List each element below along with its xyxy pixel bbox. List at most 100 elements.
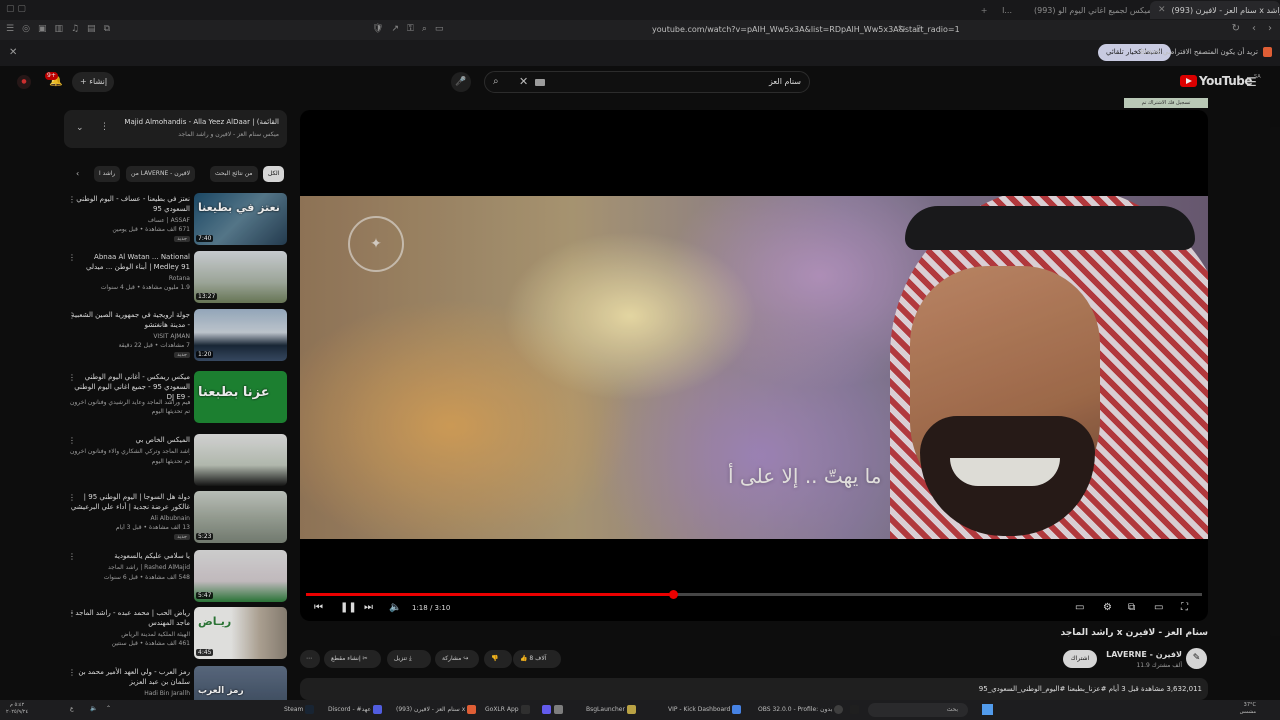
volume-icon[interactable]: 🔈 bbox=[90, 705, 97, 712]
list-item[interactable]: ⋮ 1:20 جولة ارويجية في جمهورية الصين الش… bbox=[64, 309, 288, 363]
info-tag[interactable]: تسجيل فك الاشتراك تم bbox=[1124, 98, 1208, 108]
like-button[interactable]: 👍 8 آلاف bbox=[513, 650, 561, 668]
key-icon[interactable]: ⚿ bbox=[407, 24, 414, 34]
keyboard-icon[interactable] bbox=[535, 79, 545, 86]
reload-icon[interactable]: ↻ bbox=[1232, 23, 1240, 34]
taskbar-search[interactable]: بحث bbox=[868, 703, 968, 717]
shield-icon[interactable]: ◎ bbox=[22, 24, 30, 34]
list-item[interactable]: ⋮ الميكس الخاص بي راشد الماجد وتركي الشك… bbox=[64, 434, 288, 488]
subtitles-icon[interactable]: ▭ bbox=[1075, 602, 1084, 613]
microphone-icon[interactable]: 🎤 bbox=[451, 72, 471, 92]
wallet-icon[interactable]: ▣ bbox=[38, 24, 47, 34]
chevron-up-icon[interactable]: ⌃ bbox=[106, 705, 111, 712]
share-button[interactable]: مشاركة ↪ bbox=[435, 650, 479, 668]
chip-rashed[interactable]: راشد ا bbox=[94, 166, 121, 182]
video-thumbnail[interactable]: رمز العرب bbox=[194, 666, 287, 700]
video-title[interactable]: رمز العرب - ولي العهد الأمير محمد بن سلم… bbox=[70, 667, 190, 687]
back-icon[interactable]: ‹ bbox=[1252, 23, 1256, 34]
search-input[interactable]: ⌕ ✕ سنام العز bbox=[484, 71, 810, 93]
system-clock[interactable]: ٥:٤٢ م ٢٠٢٥/٩/٢٤ bbox=[6, 702, 28, 716]
search-icon[interactable]: ⌕ bbox=[493, 76, 499, 87]
volume-icon[interactable]: 🔈 bbox=[389, 602, 401, 613]
taskbar-brave[interactable]: (993) سنام العز - لافيرن x bbox=[396, 705, 479, 714]
taskbar-bsg[interactable]: BsgLauncher bbox=[586, 705, 639, 714]
miniplayer-icon[interactable]: ⧉ bbox=[1128, 602, 1135, 613]
music-icon[interactable]: ♫ bbox=[71, 24, 79, 34]
video-thumbnail[interactable]: 5:23 bbox=[194, 491, 287, 543]
list-item[interactable]: ⋮ 5:47 يا سلامي عليكم يالسعودية راشد الم… bbox=[64, 550, 288, 604]
video-thumbnail[interactable]: نعتز في بطيعنا 7:40 bbox=[194, 193, 287, 245]
subscribe-button[interactable]: اشتراك bbox=[1063, 650, 1097, 668]
channel-name[interactable]: Rotana bbox=[70, 275, 190, 282]
channel-name[interactable]: الهيئة الملكية لمدينة الرياض bbox=[70, 631, 190, 638]
taskbar-obs[interactable]: OBS 32.0.0 - Profile: بدون bbox=[758, 705, 846, 714]
mix-thumbnail[interactable]: عزنا بطبعنا bbox=[194, 371, 287, 423]
windows-start-icon[interactable] bbox=[982, 704, 993, 715]
description-box[interactable]: 3,632,011 مشاهدة قبل 3 أيام #عزنا_بطبعنا… bbox=[300, 678, 1208, 700]
more-actions-button[interactable]: ⋯ bbox=[300, 650, 320, 668]
chevron-down-icon[interactable]: ⌄ bbox=[76, 123, 84, 133]
taskbar-goxlr[interactable]: GoXLR App bbox=[485, 705, 533, 714]
close-tab-icon[interactable]: ✕ bbox=[1158, 5, 1166, 15]
video-title[interactable]: الميكس الخاص بي bbox=[70, 435, 190, 445]
list-item[interactable]: ⋮ رمز العرب رمز العرب - ولي العهد الأمير… bbox=[64, 666, 288, 700]
browser-tab-2[interactable]: (993) ماش - ميكس لجميع اغاني اليوم الو bbox=[1020, 1, 1150, 19]
menu-icon[interactable]: ☰ bbox=[6, 24, 14, 34]
hamburger-menu-icon[interactable]: ☰ bbox=[1246, 75, 1257, 89]
video-title[interactable]: ميكس ريمكس - أغاني اليوم الوطني السعودي … bbox=[70, 372, 190, 402]
taskbar-app-icon[interactable] bbox=[850, 705, 862, 714]
create-button[interactable]: + إنشاء bbox=[72, 72, 114, 92]
window-menu-icon[interactable]: ▢ ▢ bbox=[6, 4, 26, 14]
video-thumbnail[interactable]: 5:47 bbox=[194, 550, 287, 602]
clear-search-icon[interactable]: ✕ bbox=[519, 75, 528, 88]
progress-bar[interactable] bbox=[306, 590, 1202, 599]
list-item[interactable]: ⋮ عزنا بطبعنا ميكس ريمكس - أغاني اليوم ا… bbox=[64, 371, 288, 425]
video-title[interactable]: يا سلامي عليكم يالسعودية bbox=[70, 551, 190, 561]
taskbar-steam[interactable]: Steam bbox=[284, 705, 317, 714]
new-tab-button[interactable]: + bbox=[974, 6, 994, 15]
channel-name[interactable]: راشد الماجد | Rashed AlMajid bbox=[70, 564, 190, 571]
forward-icon[interactable]: › bbox=[1268, 23, 1272, 34]
language-icon[interactable]: ع bbox=[70, 705, 74, 712]
channel-name[interactable]: VISIT AJMAN bbox=[70, 333, 190, 340]
chip-laverne[interactable]: من LAVERNE - لافيرن bbox=[126, 166, 196, 182]
list-item[interactable]: ⋮ 5:23 دولة هل السوجا | اليوم الوطني 95 … bbox=[64, 491, 288, 545]
next-icon[interactable]: ⏭ bbox=[364, 602, 373, 613]
video-title[interactable]: دولة هل السوجا | اليوم الوطني 95 | غالكو… bbox=[70, 492, 190, 512]
browser-tab-active[interactable]: ✕ (993) سنام العز - لافيرن x راشد bbox=[1150, 1, 1280, 19]
clip-button[interactable]: إنشاء مقطع ✂ bbox=[324, 650, 381, 668]
taskbar-discord[interactable]: Discord - #عهد bbox=[328, 705, 385, 714]
more-options-icon[interactable]: ⋮ bbox=[100, 122, 109, 132]
reader-icon[interactable]: ▤ bbox=[87, 24, 96, 34]
dislike-button[interactable]: 👎 bbox=[484, 650, 512, 668]
channel-avatar[interactable]: ✎ bbox=[1186, 648, 1207, 669]
bookmark-icon[interactable]: ▯ bbox=[916, 24, 921, 34]
zoom-icon[interactable]: ⌕ bbox=[422, 24, 427, 34]
channel-name[interactable]: عساف | ASSAF bbox=[70, 217, 190, 224]
browser-tab-3[interactable]: ا... bbox=[994, 1, 1020, 19]
channel-name[interactable]: Ali Albubnain bbox=[70, 515, 191, 522]
extensions-icon[interactable]: ⧉ bbox=[104, 24, 110, 34]
chevron-left-icon[interactable]: ‹ bbox=[76, 169, 79, 178]
brave-shield-icon[interactable]: 🛡 bbox=[372, 24, 383, 34]
mix-thumbnail[interactable] bbox=[194, 434, 287, 486]
list-item[interactable]: ⋮ نعتز في بطيعنا 7:40 نعتز في بطيعنا - عس… bbox=[64, 193, 288, 247]
fullscreen-icon[interactable]: ⛶ bbox=[1181, 602, 1188, 613]
video-thumbnail[interactable]: ريـاض 4:45 bbox=[194, 607, 287, 659]
video-thumbnail[interactable]: 1:20 bbox=[194, 309, 287, 361]
video-frame[interactable]: ✦ ما يهتّ .. إلا على أ bbox=[300, 196, 1208, 539]
avatar[interactable]: ● bbox=[17, 75, 31, 89]
theater-mode-icon[interactable]: ▭ bbox=[1154, 602, 1163, 613]
video-title[interactable]: Abnaa Al Watan ... National Medley 91 | … bbox=[70, 252, 190, 272]
download-button[interactable]: تنزيل ⤓ bbox=[387, 650, 431, 668]
weather-widget[interactable]: 37°C مشمس bbox=[1240, 702, 1256, 716]
channel-name[interactable]: Hadi Bin Jarallh bbox=[70, 690, 190, 697]
list-item[interactable]: ⋮ 13:27 Abnaa Al Watan ... National Medl… bbox=[64, 251, 288, 305]
video-title[interactable]: رياض الحب | محمد عبده - راشد الماجد - ما… bbox=[70, 608, 190, 628]
translate-icon[interactable]: ⇆ bbox=[898, 24, 906, 34]
video-thumbnail[interactable]: 13:27 bbox=[194, 251, 287, 303]
settings-gear-icon[interactable]: ⚙ bbox=[1103, 602, 1112, 613]
list-item[interactable]: ⋮ ريـاض 4:45 رياض الحب | محمد عبده - راشد… bbox=[64, 607, 288, 661]
channel-name[interactable]: LAVERNE - لافيرن bbox=[1106, 650, 1182, 659]
video-title[interactable]: نعتز في بطيعنا - عساف - اليوم الوطني الس… bbox=[70, 194, 190, 214]
